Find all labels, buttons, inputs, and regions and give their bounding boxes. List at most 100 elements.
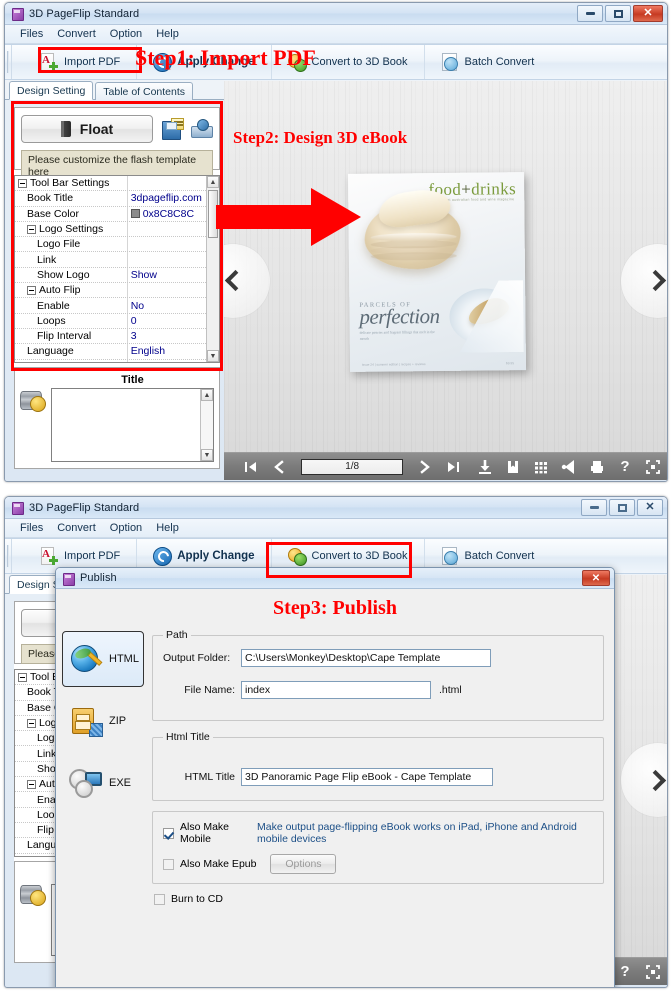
download-icon[interactable] [471, 453, 499, 481]
format-tab-exe[interactable]: EXE [62, 755, 144, 811]
exe-icon [69, 767, 103, 799]
menu-option-2[interactable]: Option [103, 521, 149, 535]
import-pdf-label: Import PDF [64, 56, 121, 68]
property-row[interactable]: Show Logo Show [15, 267, 206, 284]
maximize-button-2[interactable] [609, 499, 635, 516]
menu-files[interactable]: Files [13, 27, 50, 41]
property-value[interactable]: 0 [128, 315, 206, 327]
next-page-icon[interactable] [411, 453, 439, 481]
collapse-icon[interactable] [18, 178, 27, 188]
fullscreen-icon-2[interactable] [639, 958, 667, 986]
collapse-icon[interactable] [18, 856, 27, 857]
load-template-icon[interactable] [191, 118, 213, 140]
collapse-icon[interactable] [27, 779, 36, 789]
first-page-icon[interactable] [237, 453, 265, 481]
thumbnails-icon[interactable] [527, 453, 555, 481]
import-pdf-button[interactable]: Import PDF [12, 45, 138, 79]
tab-table-of-contents[interactable]: Table of Contents [95, 82, 194, 100]
close-button-2[interactable]: ✕ [637, 499, 663, 516]
maximize-button[interactable] [605, 5, 631, 22]
help-icon-2[interactable]: ? [611, 958, 639, 986]
property-value[interactable]: 3dpageflip.com [128, 192, 206, 204]
burn-to-cd-checkbox[interactable] [154, 893, 165, 905]
property-row[interactable]: Book Title 3dpageflip.com [15, 191, 206, 207]
format-tab-zip[interactable]: ZIP [62, 693, 144, 749]
annotation-step3: Step3: Publish [273, 597, 397, 619]
property-row[interactable]: Logo File [15, 237, 206, 253]
help-icon[interactable]: ? [611, 453, 639, 481]
output-folder-row: Output Folder: C:\Users\Monkey\Desktop\C… [163, 649, 593, 667]
property-value[interactable]: Show [128, 269, 206, 281]
page-indicator-1[interactable]: 1/8 [300, 458, 404, 475]
title-scrollbar[interactable]: ▲ ▼ [200, 389, 213, 461]
property-row[interactable]: Auto Flip [15, 283, 206, 299]
menu-convert-2[interactable]: Convert [50, 521, 103, 535]
menu-help[interactable]: Help [149, 27, 186, 41]
property-grid[interactable]: Tool Bar Settings Book Title 3dpageflip.co… [14, 175, 220, 363]
property-value[interactable]: English [128, 345, 206, 357]
color-swatch[interactable] [130, 209, 140, 219]
property-row[interactable]: Flip Interval 3 [15, 328, 206, 345]
property-row[interactable]: Tool Bar Settings [15, 176, 206, 192]
chevron-right-icon[interactable] [644, 269, 667, 292]
property-value[interactable]: No [128, 300, 206, 312]
menu-convert[interactable]: Convert [50, 27, 103, 41]
also-make-mobile-row[interactable]: Also Make Mobile Make output page-flippi… [163, 821, 593, 845]
app-icon-2 [11, 501, 24, 515]
output-folder-input[interactable]: C:\Users\Monkey\Desktop\Cape Template [241, 649, 491, 667]
collapse-icon[interactable] [18, 362, 27, 363]
viewer-next-area[interactable] [621, 243, 667, 318]
bookmark-icon[interactable] [499, 453, 527, 481]
collapse-icon[interactable] [27, 224, 36, 234]
title-textarea[interactable]: ▲ ▼ [51, 388, 214, 462]
burn-to-cd-row[interactable]: Burn to CD [152, 893, 604, 905]
scroll-up-arrow[interactable]: ▲ [207, 176, 219, 188]
property-row[interactable]: Base Color 0x8C8C8C [15, 206, 206, 222]
collapse-icon[interactable] [27, 285, 36, 295]
viewer-prev-area[interactable] [224, 243, 270, 318]
property-value[interactable]: 0x8C8C8C [128, 208, 206, 220]
minimize-button-2[interactable] [581, 499, 607, 516]
viewer-2-next-area[interactable] [621, 743, 667, 817]
also-make-epub-checkbox[interactable] [163, 858, 174, 870]
last-page-icon[interactable] [439, 453, 467, 481]
publish-dialog-main: Path Output Folder: C:\Users\Monkey\Desk… [152, 629, 604, 905]
chevron-left-icon[interactable] [224, 269, 247, 292]
property-value[interactable]: 3 [128, 330, 206, 342]
minimize-button[interactable] [577, 5, 603, 22]
also-make-mobile-checkbox[interactable] [163, 827, 174, 839]
file-name-input[interactable]: index [241, 681, 431, 699]
collapse-icon[interactable] [18, 672, 27, 682]
menu-help-2[interactable]: Help [149, 521, 186, 535]
toolbar-grip-2[interactable] [5, 539, 12, 573]
title-scroll-down[interactable]: ▼ [201, 449, 213, 461]
menu-option[interactable]: Option [103, 27, 149, 41]
batch-convert-button[interactable]: Batch Convert [425, 45, 551, 79]
epub-options-button[interactable]: Options [270, 854, 337, 874]
save-template-icon[interactable] [161, 117, 184, 140]
close-button[interactable]: ✕ [633, 5, 663, 22]
template-float-button[interactable]: Float [21, 115, 153, 143]
tab-design-setting[interactable]: Design Setting [9, 81, 94, 100]
chevron-right-icon-2[interactable] [644, 769, 667, 791]
property-row[interactable]: Language English [15, 344, 206, 360]
menu-files-2[interactable]: Files [13, 521, 50, 535]
property-row[interactable]: Background Sound [15, 359, 206, 363]
publish-dialog-close-button[interactable]: ✕ [582, 570, 610, 586]
scroll-down-arrow[interactable]: ▼ [207, 350, 219, 362]
title-scroll-up[interactable]: ▲ [201, 389, 213, 401]
fullscreen-icon[interactable] [639, 453, 667, 481]
html-title-input[interactable]: 3D Panoramic Page Flip eBook - Cape Temp… [241, 768, 493, 786]
format-tab-html[interactable]: HTML [62, 631, 144, 687]
print-icon[interactable] [583, 453, 611, 481]
toolbar-grip[interactable] [5, 45, 12, 79]
share-icon[interactable] [555, 453, 583, 481]
property-row[interactable]: Loops 0 [15, 313, 206, 329]
book-cover[interactable]: food+drinks an independent australian fo… [347, 172, 527, 372]
also-make-epub-row[interactable]: Also Make Epub Options [163, 854, 593, 874]
property-row[interactable]: Logo Settings [15, 221, 206, 238]
property-row[interactable]: Enable No [15, 298, 206, 314]
previous-page-icon[interactable] [265, 453, 293, 481]
property-row[interactable]: Link [15, 252, 206, 268]
collapse-icon[interactable] [27, 718, 36, 728]
